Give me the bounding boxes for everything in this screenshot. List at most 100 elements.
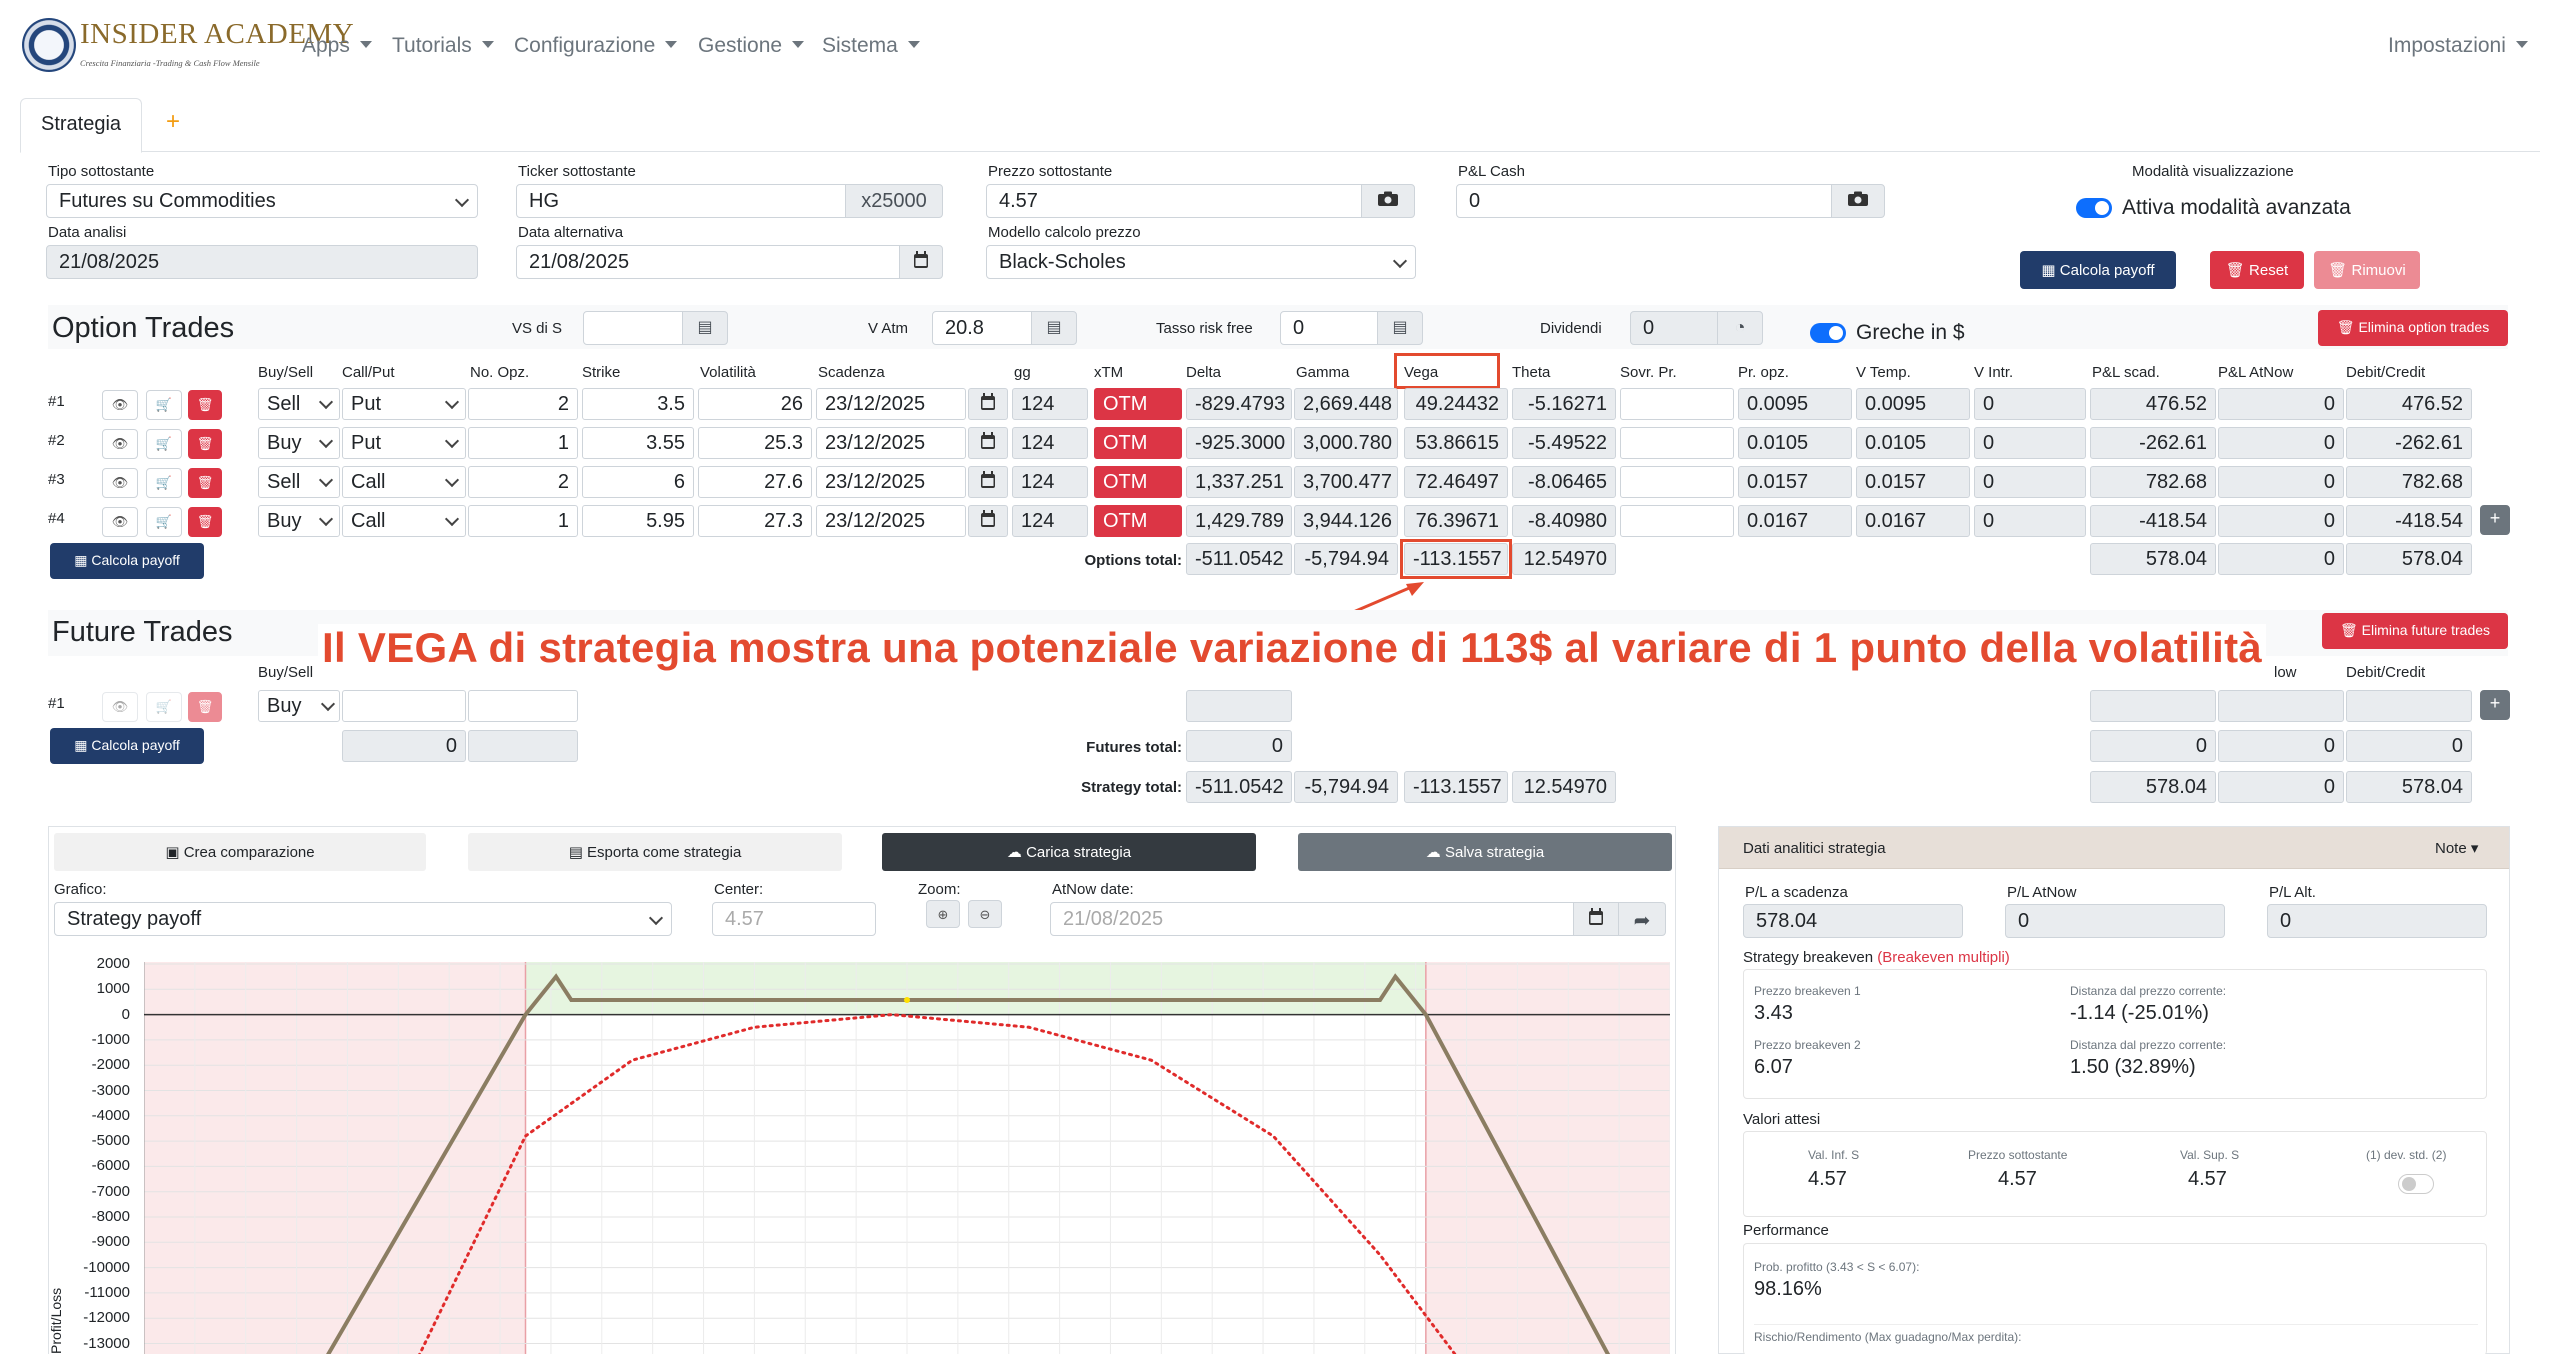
trash-icon[interactable]: 🗑	[188, 390, 222, 420]
prezzo-input[interactable]: 4.57	[986, 184, 1362, 218]
scadenza-input[interactable]: 23/12/2025	[816, 427, 966, 459]
data-analisi-input[interactable]: 21/08/2025	[46, 245, 478, 279]
callput-select[interactable]: Put	[342, 388, 466, 420]
crea-comparazione-button[interactable]: ▣ Crea comparazione	[54, 833, 426, 871]
buysell-select[interactable]: Buy	[258, 505, 340, 537]
modello-select[interactable]: Black-Scholes	[986, 245, 1416, 279]
advanced-mode-toggle[interactable]	[2076, 198, 2112, 218]
no-opz-input[interactable]: 1	[468, 505, 578, 537]
future-field-1[interactable]	[342, 690, 466, 722]
eye-icon[interactable]: 👁	[102, 692, 138, 722]
strike-input[interactable]: 5.95	[582, 505, 694, 537]
cart-icon[interactable]: 🛒	[146, 507, 182, 537]
dev-std-toggle[interactable]	[2398, 1174, 2434, 1194]
cart-icon[interactable]: 🛒	[146, 390, 182, 420]
volatilita-input[interactable]: 27.6	[698, 466, 812, 498]
volatilita-input[interactable]: 26	[698, 388, 812, 420]
add-future-row-button[interactable]: +	[2480, 690, 2510, 720]
scadenza-input[interactable]: 23/12/2025	[816, 505, 966, 537]
camera-icon-button[interactable]	[1361, 184, 1415, 218]
scadenza-input[interactable]: 23/12/2025	[816, 466, 966, 498]
academy-seal-logo[interactable]	[22, 18, 76, 72]
calendar-button[interactable]	[968, 466, 1008, 498]
percent-button[interactable]: ▤	[682, 311, 728, 345]
cart-icon[interactable]: 🛒	[146, 429, 182, 459]
carica-strategia-button[interactable]: ☁ Carica strategia	[882, 833, 1256, 871]
eye-icon[interactable]: 👁	[102, 468, 138, 498]
salva-strategia-button[interactable]: ☁ Salva strategia	[1298, 833, 1672, 871]
vs-input[interactable]	[583, 311, 683, 345]
buysell-select[interactable]: Sell	[258, 388, 340, 420]
trash-icon[interactable]: 🗑	[188, 507, 222, 537]
buysell-select[interactable]: Sell	[258, 466, 340, 498]
sovr-pr-input[interactable]	[1620, 505, 1734, 537]
scadenza-input[interactable]: 23/12/2025	[816, 388, 966, 420]
ticker-input[interactable]: HG	[516, 184, 846, 218]
future-buysell-select[interactable]: Buy	[258, 690, 340, 722]
esporta-strategia-button[interactable]: ▤ Esporta come strategia	[468, 833, 842, 871]
calcola-payoff-top-button[interactable]: ▦ Calcola payoff	[2020, 251, 2176, 289]
reset-button[interactable]: 🗑 Reset	[2210, 251, 2304, 289]
grafico-select[interactable]: Strategy payoff	[54, 902, 672, 936]
callput-select[interactable]: Put	[342, 427, 466, 459]
add-option-row-button[interactable]: +	[2480, 505, 2510, 535]
calendar-button[interactable]	[899, 245, 943, 279]
nav-configurazione[interactable]: Configurazione	[514, 34, 678, 58]
zoom-out-icon[interactable]: ⊖	[968, 900, 1002, 928]
nav-gestione[interactable]: Gestione	[698, 34, 805, 58]
calendar-button[interactable]	[1573, 902, 1619, 936]
nav-apps[interactable]: Apps	[302, 34, 372, 58]
dividendi-input[interactable]: 0	[1630, 311, 1718, 345]
calcola-payoff-options-button[interactable]: ▦ Calcola payoff	[50, 543, 204, 579]
trash-icon[interactable]: 🗑	[188, 429, 222, 459]
strike-input[interactable]: 3.5	[582, 388, 694, 420]
pl-cash-input[interactable]: 0	[1456, 184, 1832, 218]
percent-button[interactable]: ▤	[1377, 311, 1423, 345]
nav-impostazioni[interactable]: Impostazioni	[2388, 34, 2528, 58]
no-opz-input[interactable]: 2	[468, 466, 578, 498]
volatilita-input[interactable]: 27.3	[698, 505, 812, 537]
rimuovi-button[interactable]: 🗑 Rimuovi	[2314, 251, 2420, 289]
eye-icon[interactable]: 👁	[102, 390, 138, 420]
tipo-sottostante-select[interactable]: Futures su Commodities	[46, 184, 478, 218]
nav-tutorials[interactable]: Tutorials	[392, 34, 494, 58]
callput-select[interactable]: Call	[342, 505, 466, 537]
callput-select[interactable]: Call	[342, 466, 466, 498]
cart-icon[interactable]: 🛒	[146, 692, 182, 722]
vatm-input[interactable]: 20.8	[932, 311, 1032, 345]
trash-icon[interactable]: 🗑	[188, 468, 222, 498]
calcola-payoff-futures-button[interactable]: ▦ Calcola payoff	[50, 728, 204, 764]
atnow-date-input[interactable]: 21/08/2025	[1050, 902, 1574, 936]
greche-dollar-toggle[interactable]	[1810, 323, 1846, 343]
strike-input[interactable]: 3.55	[582, 427, 694, 459]
eye-icon[interactable]: 👁	[102, 507, 138, 537]
risk-free-input[interactable]: 0	[1280, 311, 1378, 345]
calendar-button[interactable]	[968, 427, 1008, 459]
data-alternativa-input[interactable]: 21/08/2025	[516, 245, 900, 279]
trash-icon[interactable]: 🗑	[188, 692, 222, 722]
pie-chart-button[interactable]: ◔	[1717, 311, 1763, 345]
payoff-chart[interactable]	[144, 962, 1670, 1354]
camera-icon-button[interactable]	[1831, 184, 1885, 218]
strike-input[interactable]: 6	[582, 466, 694, 498]
add-tab-button[interactable]: +	[166, 108, 180, 136]
share-arrow-icon[interactable]: ➦	[1618, 902, 1666, 936]
sovr-pr-input[interactable]	[1620, 427, 1734, 459]
sovr-pr-input[interactable]	[1620, 466, 1734, 498]
elimina-option-trades-button[interactable]: 🗑 Elimina option trades	[2318, 310, 2508, 346]
calendar-button[interactable]	[968, 388, 1008, 420]
note-dropdown[interactable]: Note ▾	[2435, 839, 2478, 857]
calendar-button[interactable]	[968, 505, 1008, 537]
no-opz-input[interactable]: 2	[468, 388, 578, 420]
cart-icon[interactable]: 🛒	[146, 468, 182, 498]
eye-icon[interactable]: 👁	[102, 429, 138, 459]
zoom-in-icon[interactable]: ⊕	[926, 900, 960, 928]
tab-strategia[interactable]: Strategia	[20, 98, 143, 153]
center-input[interactable]: 4.57	[712, 902, 876, 936]
volatilita-input[interactable]: 25.3	[698, 427, 812, 459]
percent-button[interactable]: ▤	[1031, 311, 1077, 345]
future-field-2[interactable]	[468, 690, 578, 722]
nav-sistema[interactable]: Sistema	[822, 34, 920, 58]
sovr-pr-input[interactable]	[1620, 388, 1734, 420]
elimina-future-trades-button[interactable]: 🗑 Elimina future trades	[2322, 613, 2508, 649]
